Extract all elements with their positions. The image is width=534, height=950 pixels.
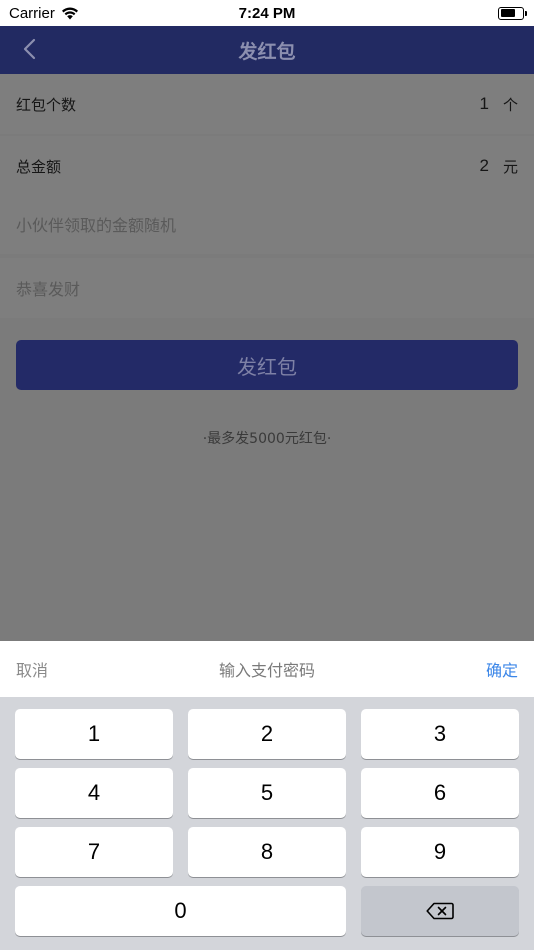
carrier-label: Carrier bbox=[9, 4, 55, 22]
greeting-input[interactable]: 恭喜发财 bbox=[16, 276, 80, 300]
status-time: 7:24 PM bbox=[238, 4, 296, 22]
send-red-packet-button[interactable]: 发红包 bbox=[16, 340, 518, 390]
random-amount-hint: 小伙伴领取的金额随机 bbox=[16, 216, 177, 235]
total-amount-label: 总金额 bbox=[16, 157, 62, 176]
total-amount-unit: 元 bbox=[502, 157, 518, 176]
status-left: Carrier bbox=[9, 5, 79, 22]
greeting-row[interactable]: 恭喜发财 bbox=[0, 258, 534, 318]
packet-count-row[interactable]: 红包个数 1 个 bbox=[0, 74, 534, 134]
total-amount-input[interactable]: 2 bbox=[480, 156, 489, 176]
key-0[interactable]: 0 bbox=[15, 886, 346, 936]
wifi-icon bbox=[61, 7, 78, 19]
confirm-button[interactable]: 确定 bbox=[486, 657, 518, 681]
key-3[interactable]: 3 bbox=[361, 709, 519, 759]
packet-count-input[interactable]: 1 bbox=[480, 94, 489, 114]
backspace-icon bbox=[426, 902, 454, 920]
page-title: 发红包 bbox=[238, 40, 296, 63]
key-9[interactable]: 9 bbox=[361, 827, 519, 877]
numeric-keypad: 1 2 3 4 5 6 7 8 9 0 bbox=[0, 697, 534, 950]
key-5[interactable]: 5 bbox=[188, 768, 346, 818]
backspace-key[interactable] bbox=[361, 886, 519, 936]
packet-count-unit: 个 bbox=[502, 95, 518, 114]
total-amount-value-group: 2 元 bbox=[480, 156, 518, 177]
key-8[interactable]: 8 bbox=[188, 827, 346, 877]
max-amount-note: ·最多发5000元红包· bbox=[202, 431, 332, 447]
password-sheet-title: 输入支付密码 bbox=[218, 661, 315, 680]
chevron-left-icon bbox=[23, 38, 36, 60]
cancel-button[interactable]: 取消 bbox=[16, 657, 48, 681]
total-amount-row[interactable]: 总金额 2 元 bbox=[0, 136, 534, 196]
status-bar: Carrier 7:24 PM bbox=[0, 0, 534, 26]
battery-icon bbox=[498, 6, 527, 20]
password-sheet-header: 取消 输入支付密码 确定 bbox=[0, 641, 534, 697]
key-6[interactable]: 6 bbox=[361, 768, 519, 818]
packet-count-value-group: 1 个 bbox=[480, 94, 518, 115]
packet-count-label: 红包个数 bbox=[16, 95, 77, 114]
key-2[interactable]: 2 bbox=[188, 709, 346, 759]
key-1[interactable]: 1 bbox=[15, 709, 173, 759]
nav-bar: 发红包 bbox=[0, 26, 534, 74]
back-button[interactable] bbox=[14, 34, 44, 64]
random-hint-row: 小伙伴领取的金额随机 bbox=[0, 194, 534, 254]
key-7[interactable]: 7 bbox=[15, 827, 173, 877]
key-4[interactable]: 4 bbox=[15, 768, 173, 818]
